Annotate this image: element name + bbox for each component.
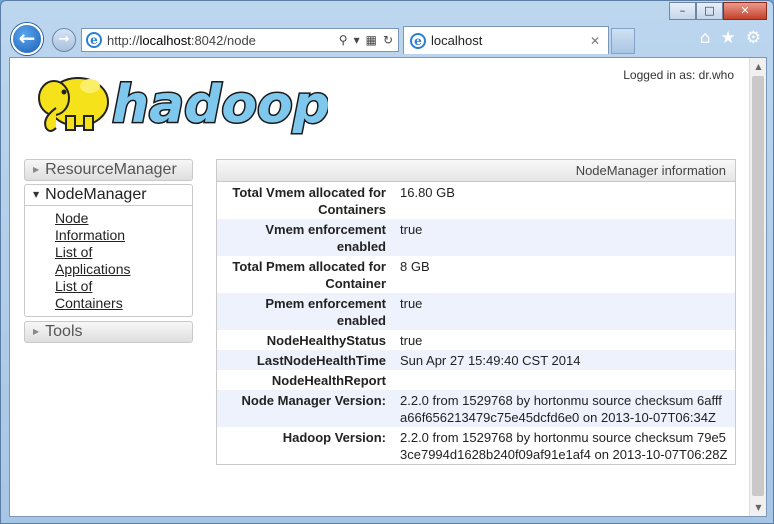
- table-row: Total Pmem allocated for Container 8 GB: [217, 256, 735, 293]
- sidebar-section-label: ResourceManager: [45, 161, 177, 179]
- row-value: true: [400, 333, 423, 348]
- url-host: localhost: [139, 32, 191, 48]
- sidebar-link-node-information[interactable]: Node Information: [55, 210, 155, 244]
- nodemanager-links: Node Information List of Applications Li…: [24, 206, 193, 317]
- url-scheme: http://: [107, 32, 140, 48]
- table-row: Node Manager Version: 2.2.0 from 1529768…: [217, 390, 735, 427]
- home-icon[interactable]: ⌂: [700, 28, 711, 48]
- row-value: 8 GB: [400, 259, 430, 274]
- row-key: LastNodeHealthTime: [256, 353, 386, 368]
- ie-page-icon: e: [86, 32, 102, 48]
- sidebar-section-label: Tools: [45, 323, 83, 341]
- url-path: :8042/node: [190, 32, 256, 48]
- row-value: 2.2.0 from 1529768 by hortonmu source ch…: [400, 393, 722, 425]
- elephant-logo-icon: [38, 77, 109, 132]
- tab-title: localhost: [431, 33, 483, 48]
- refresh-icon[interactable]: ↻: [383, 33, 393, 47]
- minimize-icon[interactable]: –: [669, 2, 696, 20]
- row-key: Vmem enforcement enabled: [265, 222, 386, 254]
- address-url[interactable]: http://localhost:8042/node: [107, 33, 339, 48]
- sidebar-link-list-of-containers[interactable]: List of Containers: [55, 278, 155, 312]
- tab-close-icon[interactable]: ✕: [590, 34, 608, 48]
- hadoop-logo: hadoop: [38, 74, 328, 137]
- table-row: Pmem enforcement enabled true: [217, 293, 735, 330]
- table-row: Total Vmem allocated for Containers 16.8…: [217, 182, 735, 219]
- scroll-thumb[interactable]: [752, 76, 764, 496]
- info-table-title: NodeManager information: [217, 160, 735, 182]
- row-value: true: [400, 222, 423, 237]
- row-value: 16.80 GB: [400, 185, 455, 200]
- row-key: Node Manager Version:: [241, 393, 386, 408]
- chevron-right-icon: ▶: [33, 327, 40, 336]
- table-row: NodeHealthReport: [217, 370, 735, 390]
- table-row: NodeHealthyStatus true: [217, 330, 735, 350]
- sidebar: ▶ ResourceManager ▼ NodeManager Node Infor…: [24, 159, 193, 343]
- logo-wordmark: hadoop: [112, 75, 328, 135]
- row-key: NodeHealthyStatus: [266, 333, 386, 348]
- browser-tab[interactable]: e localhost ✕: [403, 26, 609, 54]
- scroll-down-icon[interactable]: ▼: [750, 499, 766, 516]
- row-value: true: [400, 296, 423, 311]
- nodemanager-info-table: NodeManager information Total Vmem alloc…: [216, 159, 736, 465]
- row-key: Pmem enforcement enabled: [265, 296, 386, 328]
- chevron-down-icon: ▼: [33, 190, 40, 199]
- search-icon[interactable]: ⚲: [339, 33, 348, 47]
- row-key: Total Pmem allocated for Container: [232, 259, 386, 291]
- compat-view-icon[interactable]: ▦: [366, 33, 377, 47]
- tab-page-icon: e: [410, 32, 426, 49]
- settings-gear-icon[interactable]: ⚙: [746, 28, 761, 48]
- dropdown-arrow-icon[interactable]: ▾: [354, 33, 360, 47]
- address-tools: ⚲ ▾ ▦ ↻: [339, 33, 398, 47]
- back-arrow-icon[interactable]: ←: [11, 23, 43, 55]
- chevron-right-icon: ▶: [33, 165, 40, 174]
- browser-toolbar: ⌂ ★ ⚙: [700, 28, 761, 48]
- browser-window: – □ ✕ ← → e http://localhost:8042/node ⚲…: [0, 0, 774, 524]
- table-row: Hadoop Version: 2.2.0 from 1529768 by ho…: [217, 427, 735, 464]
- table-row: LastNodeHealthTime Sun Apr 27 15:49:40 C…: [217, 350, 735, 370]
- sidebar-section-label: NodeManager: [45, 186, 147, 204]
- table-row: Vmem enforcement enabled true: [217, 219, 735, 256]
- row-value: Sun Apr 27 15:49:40 CST 2014: [400, 353, 581, 368]
- row-key: Hadoop Version:: [282, 430, 386, 445]
- close-window-icon[interactable]: ✕: [723, 2, 767, 20]
- row-value: [394, 372, 735, 389]
- sidebar-section-nodemanager[interactable]: ▼ NodeManager: [24, 184, 193, 206]
- row-key: Total Vmem allocated for Containers: [232, 185, 386, 217]
- new-tab-button[interactable]: [611, 28, 635, 54]
- sidebar-section-tools[interactable]: ▶ Tools: [24, 321, 193, 343]
- sidebar-section-resourcemanager[interactable]: ▶ ResourceManager: [24, 159, 193, 181]
- scroll-up-icon[interactable]: ▲: [750, 58, 766, 75]
- vertical-scrollbar[interactable]: ▲ ▼: [749, 58, 766, 516]
- login-status: Logged in as: dr.who: [623, 68, 734, 82]
- forward-arrow-icon[interactable]: →: [52, 28, 76, 52]
- navigation-bar: ← → e http://localhost:8042/node ⚲ ▾ ▦ ↻…: [7, 23, 769, 57]
- page-viewport: Logged in as: dr.who hadoop ▶ ResourceMan…: [9, 57, 767, 517]
- window-controls: – □ ✕: [669, 2, 767, 20]
- row-value: 2.2.0 from 1529768 by hortonmu source ch…: [400, 430, 728, 462]
- address-bar[interactable]: e http://localhost:8042/node ⚲ ▾ ▦ ↻: [81, 28, 399, 52]
- sidebar-link-list-of-applications[interactable]: List of Applications: [55, 244, 155, 278]
- row-key: NodeHealthReport: [271, 373, 386, 388]
- maximize-icon[interactable]: □: [696, 2, 723, 20]
- favorites-star-icon[interactable]: ★: [721, 28, 736, 48]
